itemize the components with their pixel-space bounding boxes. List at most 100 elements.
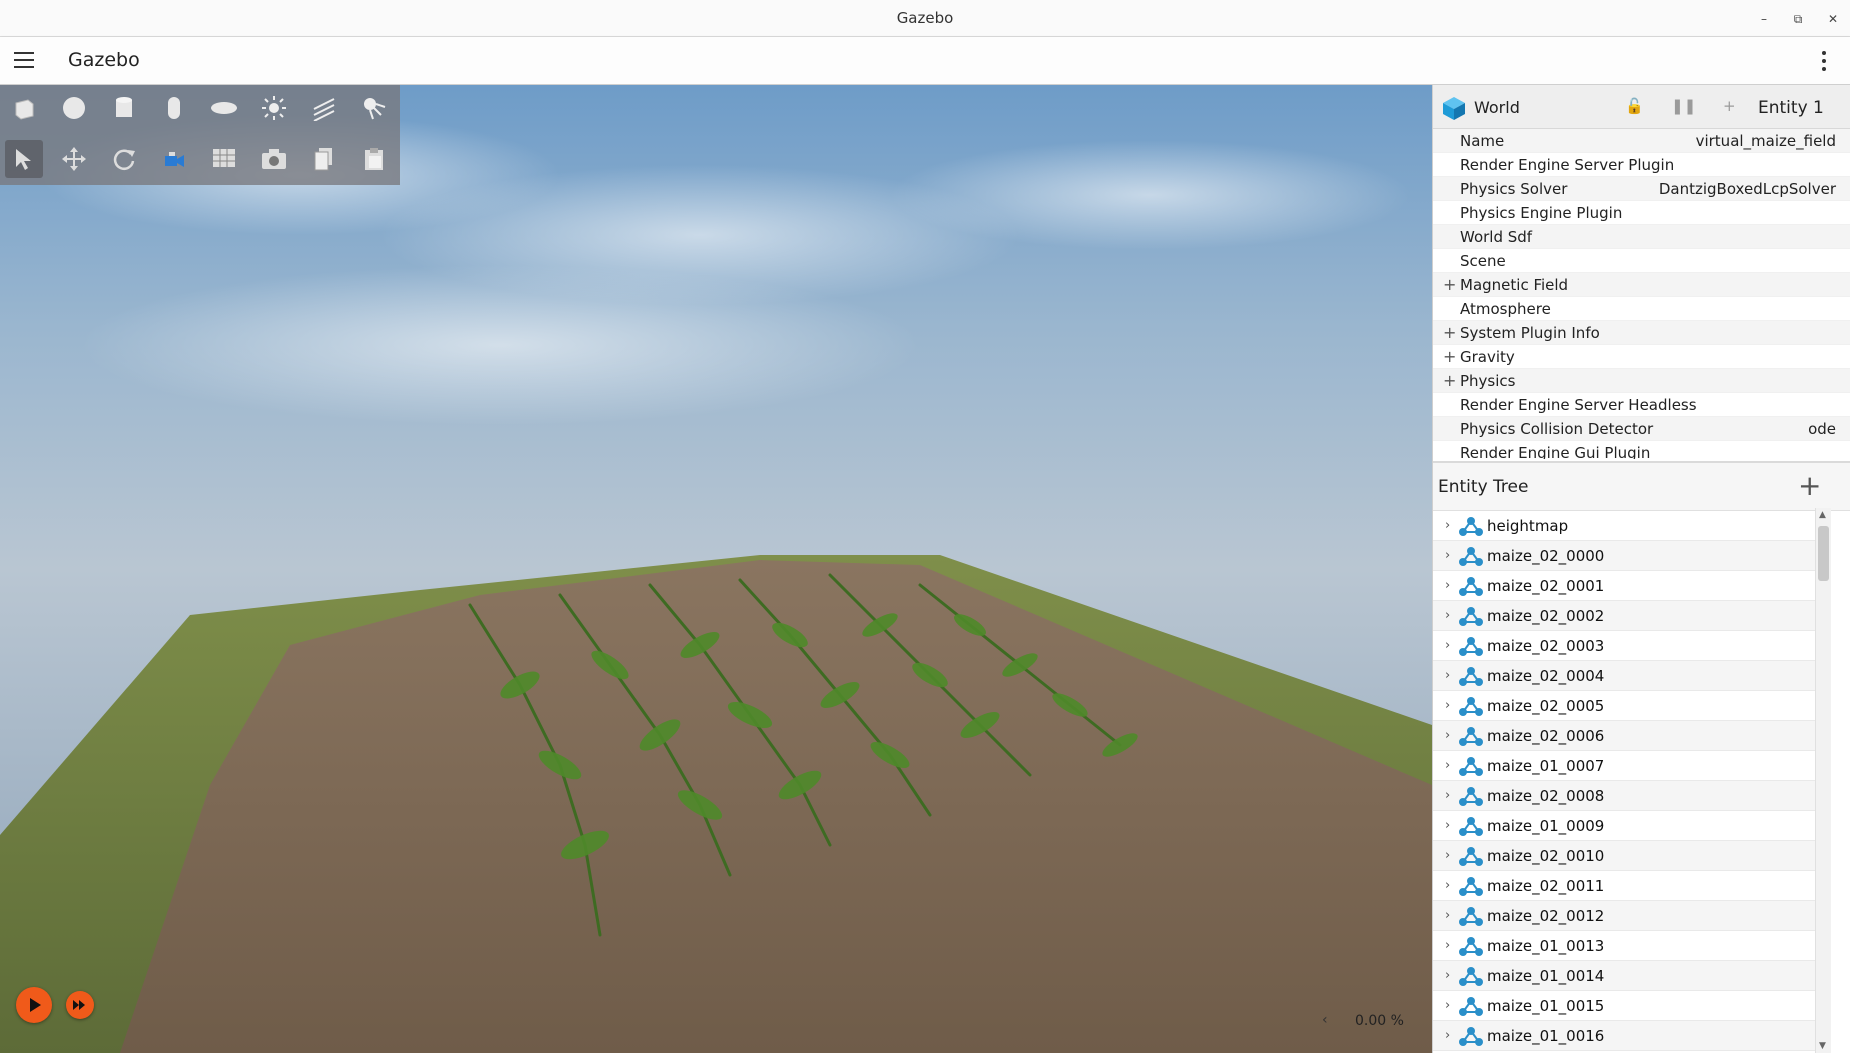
- pause-icon[interactable]: ❚❚: [1671, 97, 1696, 115]
- box-icon[interactable]: [5, 89, 43, 127]
- chevron-right-icon[interactable]: ›: [1445, 961, 1450, 991]
- capsule-icon[interactable]: [155, 89, 193, 127]
- chevron-right-icon[interactable]: ›: [1445, 661, 1450, 691]
- tree-item[interactable]: › maize_02_0002: [1433, 601, 1829, 631]
- tree-item[interactable]: › maize_02_0000: [1433, 541, 1829, 571]
- model-icon: [1459, 907, 1483, 926]
- property-row: Physics Collision Detector ode: [1433, 417, 1850, 441]
- tree-item[interactable]: › maize_02_0011: [1433, 871, 1829, 901]
- rotate-icon[interactable]: [105, 140, 143, 178]
- tree-item[interactable]: › maize_02_0003: [1433, 631, 1829, 661]
- chevron-right-icon[interactable]: ›: [1445, 751, 1450, 781]
- tree-item[interactable]: › maize_02_0001: [1433, 571, 1829, 601]
- entity-tree-list: › heightmap › maize_02_0000 › maize_02_0…: [1433, 511, 1829, 1053]
- close-icon[interactable]: ✕: [1822, 8, 1844, 30]
- cylinder-icon[interactable]: [105, 89, 143, 127]
- chevron-right-icon[interactable]: ›: [1445, 871, 1450, 901]
- component-inspector-header: World 🔓 ❚❚ + Entity 1: [1433, 85, 1850, 129]
- model-icon: [1459, 667, 1483, 686]
- property-row: Atmosphere: [1433, 297, 1850, 321]
- sphere-icon[interactable]: [55, 89, 93, 127]
- chevron-right-icon[interactable]: ›: [1445, 841, 1450, 871]
- paste-icon[interactable]: [355, 140, 393, 178]
- scrollbar-thumb[interactable]: [1818, 526, 1829, 581]
- window-title: Gazebo: [896, 9, 954, 27]
- tree-item[interactable]: › maize_01_0007: [1433, 751, 1829, 781]
- minimize-icon[interactable]: –: [1753, 8, 1775, 30]
- scene-viewport[interactable]: [0, 85, 1432, 1053]
- chevron-right-icon[interactable]: ›: [1445, 691, 1450, 721]
- point-light-icon[interactable]: [255, 89, 293, 127]
- ellipsoid-icon[interactable]: [205, 89, 243, 127]
- grid-icon[interactable]: [205, 140, 243, 178]
- fast-forward-icon: [73, 1000, 85, 1010]
- restore-icon[interactable]: ⧉: [1787, 8, 1809, 30]
- chevron-right-icon[interactable]: ›: [1445, 631, 1450, 661]
- tree-item[interactable]: › maize_01_0009: [1433, 811, 1829, 841]
- add-entity-icon[interactable]: +: [1798, 469, 1821, 502]
- chevron-right-icon[interactable]: ›: [1445, 1021, 1450, 1051]
- chevron-right-icon[interactable]: ›: [1445, 511, 1450, 541]
- scroll-up-icon[interactable]: ▲: [1819, 510, 1826, 520]
- chevron-right-icon[interactable]: ›: [1445, 901, 1450, 931]
- chevron-right-icon[interactable]: ›: [1445, 571, 1450, 601]
- tree-item[interactable]: › maize_02_0006: [1433, 721, 1829, 751]
- chevron-right-icon[interactable]: ›: [1445, 931, 1450, 961]
- add-icon[interactable]: +: [1723, 97, 1736, 115]
- tree-item[interactable]: › maize_01_0015: [1433, 991, 1829, 1021]
- tree-item[interactable]: › maize_01_0013: [1433, 931, 1829, 961]
- tree-item[interactable]: › maize_02_0008: [1433, 781, 1829, 811]
- chevron-right-icon[interactable]: ›: [1445, 541, 1450, 571]
- chevron-right-icon[interactable]: ›: [1445, 601, 1450, 631]
- property-row-expandable[interactable]: + Physics: [1433, 369, 1850, 393]
- model-icon: [1459, 847, 1483, 866]
- play-button[interactable]: [16, 987, 52, 1023]
- scene-toolbar: [0, 85, 400, 185]
- property-row-expandable[interactable]: + System Plugin Info: [1433, 321, 1850, 345]
- chevron-right-icon[interactable]: ›: [1445, 781, 1450, 811]
- property-row-expandable[interactable]: + Gravity: [1433, 345, 1850, 369]
- tree-item[interactable]: › maize_02_0010: [1433, 841, 1829, 871]
- expand-plus-icon[interactable]: +: [1443, 369, 1456, 393]
- property-row: Physics Engine Plugin: [1433, 201, 1850, 225]
- model-icon: [1459, 1027, 1483, 1046]
- play-icon: [30, 998, 41, 1012]
- spot-light-icon[interactable]: [355, 89, 393, 127]
- translate-icon[interactable]: [55, 140, 93, 178]
- entity-tree-scrollbar[interactable]: ▲ ▼: [1815, 508, 1831, 1053]
- screenshot-icon[interactable]: [255, 140, 293, 178]
- tree-item[interactable]: › maize_02_0005: [1433, 691, 1829, 721]
- property-row-expandable[interactable]: + Magnetic Field: [1433, 273, 1850, 297]
- model-icon: [1459, 817, 1483, 836]
- expand-plus-icon[interactable]: +: [1443, 321, 1456, 345]
- kebab-menu-icon[interactable]: [1820, 51, 1828, 73]
- entity-tree-title: Entity Tree: [1438, 477, 1529, 497]
- tree-item[interactable]: › maize_01_0016: [1433, 1021, 1829, 1051]
- select-icon[interactable]: [5, 140, 43, 178]
- chevron-right-icon[interactable]: ›: [1445, 991, 1450, 1021]
- model-icon: [1459, 517, 1483, 536]
- model-icon: [1459, 727, 1483, 746]
- app-menubar: Gazebo: [0, 37, 1850, 85]
- step-button[interactable]: [66, 991, 94, 1019]
- properties-list: Name virtual_maize_field Render Engine S…: [1433, 129, 1850, 459]
- hamburger-menu-icon[interactable]: [14, 52, 34, 70]
- tree-item[interactable]: › maize_01_0014: [1433, 961, 1829, 991]
- tree-item[interactable]: › maize_02_0012: [1433, 901, 1829, 931]
- directional-light-icon[interactable]: [305, 89, 343, 127]
- model-icon: [1459, 937, 1483, 956]
- copy-icon[interactable]: [305, 140, 343, 178]
- property-row: Name virtual_maize_field: [1433, 129, 1850, 153]
- property-row: Render Engine Gui Plugin: [1433, 441, 1850, 459]
- tree-item[interactable]: › maize_02_0004: [1433, 661, 1829, 691]
- expand-plus-icon[interactable]: +: [1443, 345, 1456, 369]
- lock-icon[interactable]: 🔓: [1625, 97, 1644, 115]
- expand-plus-icon[interactable]: +: [1443, 273, 1456, 297]
- chevron-right-icon[interactable]: ›: [1445, 811, 1450, 841]
- tree-item-heightmap[interactable]: › heightmap: [1433, 511, 1829, 541]
- view-angle-icon[interactable]: [155, 140, 193, 178]
- scroll-down-icon[interactable]: ▼: [1819, 1041, 1826, 1051]
- property-row: Scene: [1433, 249, 1850, 273]
- chevron-right-icon[interactable]: ›: [1445, 721, 1450, 751]
- chevron-left-icon[interactable]: ‹: [1322, 1012, 1328, 1028]
